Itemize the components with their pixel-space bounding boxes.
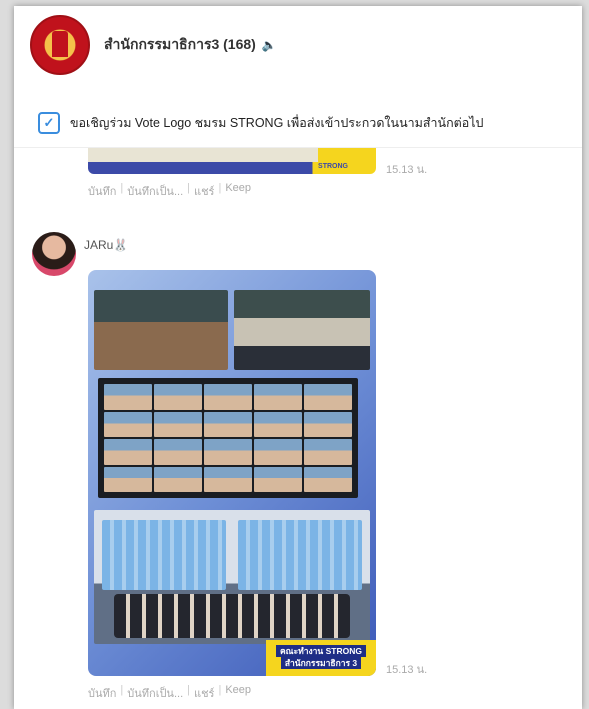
keep-link[interactable]: Keep (225, 182, 251, 200)
banner-line1: คณะทำงาน STRONG (276, 645, 366, 657)
video-tile (204, 411, 252, 437)
save-as-link[interactable]: บันทึกเป็น... (127, 182, 183, 200)
right-screen (238, 520, 362, 590)
video-tile (254, 466, 302, 492)
group-people (114, 594, 350, 638)
group-title[interactable]: สำนักกรรมาธิการ3 (168) (104, 34, 256, 56)
video-tile (254, 439, 302, 465)
divider: | (218, 182, 222, 194)
save-link[interactable]: บันทึก (88, 182, 116, 200)
message-time: 15.13 น. (386, 664, 428, 676)
video-tile (204, 466, 252, 492)
group-avatar[interactable] (30, 15, 90, 75)
video-conference-screen (98, 378, 358, 498)
announcement-bar[interactable]: ✓ ขอเชิญร่วม Vote Logo ชมรม STRONG เพื่อ… (14, 98, 582, 148)
message-actions: บันทึก | บันทึกเป็น... | แชร์ | Keep (88, 182, 251, 200)
divider: | (120, 182, 124, 194)
divider: | (218, 684, 222, 696)
sender-name: JARu🐰 (84, 238, 129, 252)
group-photo (94, 510, 370, 644)
video-tile (104, 466, 152, 492)
video-tile (254, 384, 302, 410)
image-stripe (88, 148, 318, 162)
checkbox-icon: ✓ (38, 111, 60, 134)
message-photo[interactable]: คณะทำงาน STRONG สำนักกรรมาธิการ 3 (88, 270, 376, 676)
divider: | (187, 684, 190, 696)
chat-window: สำนักกรรมาธิการ3 (168) 🔈 ✓ ขอเชิญร่วม Vo… (14, 6, 582, 709)
image-badge-text: STRONG (318, 163, 348, 170)
message-actions: บันทึก | บันทึกเป็น... | แชร์ | Keep (88, 684, 251, 702)
video-tile (154, 466, 202, 492)
message-time: 15.13 น. (386, 164, 428, 176)
message-image-partial[interactable]: STRONG (88, 148, 376, 174)
video-tile (104, 384, 152, 410)
photo-banner: คณะทำงาน STRONG สำนักกรรมาธิการ 3 (266, 640, 376, 676)
video-tile (154, 411, 202, 437)
divider: | (120, 684, 124, 696)
video-tile (304, 439, 352, 465)
video-tile (304, 384, 352, 410)
chat-header: สำนักกรรมาธิการ3 (168) 🔈 (14, 6, 582, 84)
title-row: สำนักกรรมาธิการ3 (168) 🔈 (104, 34, 277, 56)
video-tile (154, 439, 202, 465)
video-tile (204, 384, 252, 410)
video-tile (154, 384, 202, 410)
meeting-room-photo (94, 290, 228, 370)
video-tile (204, 439, 252, 465)
video-tile (304, 411, 352, 437)
speaker-mute-icon[interactable]: 🔈 (262, 38, 277, 52)
video-tile (104, 439, 152, 465)
share-link[interactable]: แชร์ (194, 182, 214, 200)
announcement-text: ขอเชิญร่วม Vote Logo ชมรม STRONG เพื่อส่… (70, 115, 484, 130)
keep-link[interactable]: Keep (225, 684, 251, 702)
banner-line2: สำนักกรรมาธิการ 3 (280, 657, 362, 669)
sender-avatar[interactable] (32, 232, 76, 276)
video-grid (104, 384, 352, 492)
save-link[interactable]: บันทึก (88, 684, 116, 702)
video-tile (254, 411, 302, 437)
video-tile (104, 411, 152, 437)
save-as-link[interactable]: บันทึกเป็น... (127, 684, 183, 702)
meeting-table-photo (234, 290, 370, 370)
video-tile (304, 466, 352, 492)
left-screen (102, 520, 226, 590)
divider: | (187, 182, 190, 194)
share-link[interactable]: แชร์ (194, 684, 214, 702)
